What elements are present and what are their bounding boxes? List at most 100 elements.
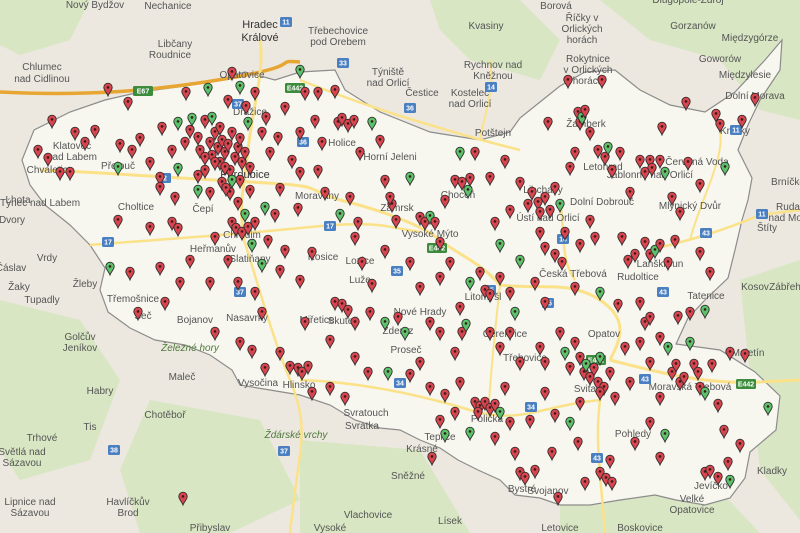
map-marker-dot	[473, 400, 477, 403]
map-marker-dot	[181, 495, 185, 498]
map-marker-dot	[303, 90, 307, 93]
map-marker-dot	[578, 242, 582, 245]
map-marker-dot	[388, 195, 392, 198]
map-marker-dot	[620, 235, 624, 238]
town-label: nad Orlicí	[449, 99, 492, 110]
map-marker-dot	[666, 260, 670, 263]
map-marker-dot	[108, 265, 112, 268]
map-marker-dot	[488, 406, 492, 409]
map-canvas[interactable]: HradecKrálové Nový Bydžov Nechanice Libčany…	[0, 0, 800, 533]
route-shield: 43	[639, 374, 651, 384]
town-label: Mlýnický Dvůr	[659, 200, 722, 212]
map-marker-dot	[593, 235, 597, 238]
map-marker-dot	[296, 206, 300, 209]
map-marker-red[interactable]	[103, 82, 113, 98]
map-marker-dot	[483, 288, 487, 291]
map-marker-dot	[468, 280, 472, 283]
euro-route-shield: E67	[133, 86, 153, 96]
map-marker-dot	[676, 314, 680, 317]
map-marker-dot	[518, 258, 522, 261]
map-marker-dot	[728, 478, 732, 481]
map-marker-dot	[353, 355, 357, 358]
map-marker-red[interactable]	[427, 451, 437, 467]
town-label: Svratka	[345, 421, 379, 432]
map-marker-dot	[333, 88, 337, 91]
town-label: Brod	[117, 508, 138, 519]
map-marker-dot	[234, 226, 238, 229]
town-label: Červená Voda	[665, 155, 729, 168]
map-marker-dot	[638, 300, 642, 303]
map-marker-dot	[433, 220, 437, 223]
map-view[interactable]: Hradec Králové Nový Bydžov Nechanice Libčany…	[0, 0, 800, 533]
map-marker-dot	[158, 175, 162, 178]
route-shield-label: 37	[280, 449, 288, 456]
town-label: Sněžné	[391, 471, 425, 482]
map-marker-dot	[478, 404, 482, 407]
map-marker-dot	[488, 175, 492, 178]
map-marker-dot	[473, 150, 477, 153]
map-marker-dot	[408, 372, 412, 375]
map-marker-dot	[68, 170, 72, 173]
map-marker-dot	[128, 270, 132, 273]
map-marker-dot	[203, 118, 207, 121]
town-label: Králové	[241, 32, 278, 44]
route-shield-label: 38	[110, 448, 118, 455]
town-label: Hradec	[242, 19, 278, 31]
map-marker-dot	[178, 280, 182, 283]
map-marker-dot	[333, 300, 337, 303]
map-marker-icon[interactable]	[427, 451, 437, 467]
map-marker-dot	[260, 262, 264, 265]
map-marker-dot	[248, 165, 252, 168]
map-marker-dot	[743, 352, 747, 355]
map-marker-dot	[196, 188, 200, 191]
town-label: Golčův	[64, 331, 95, 343]
town-label: Potštejn	[475, 128, 511, 139]
map-marker-dot	[408, 175, 412, 178]
map-marker-dot	[310, 390, 314, 393]
map-marker-dot	[588, 130, 592, 133]
town-label: Svratouch	[343, 408, 388, 419]
map-marker-dot	[714, 112, 718, 115]
map-marker-dot	[443, 392, 447, 395]
map-marker-dot	[348, 195, 352, 198]
town-label: Týnec nad Labem	[0, 198, 80, 209]
map-marker-dot	[696, 370, 700, 373]
map-marker-dot	[263, 366, 267, 369]
map-marker-dot	[438, 275, 442, 278]
map-marker-dot	[213, 235, 217, 238]
map-marker-dot	[298, 278, 302, 281]
town-label: Čáslav	[0, 261, 26, 274]
map-marker-dot	[253, 220, 257, 223]
map-marker-dot	[633, 252, 637, 255]
map-marker-dot	[223, 165, 227, 168]
map-marker-dot	[148, 160, 152, 163]
map-marker-dot	[573, 340, 577, 343]
town-label: Boskovice	[617, 523, 663, 533]
map-marker-dot	[173, 195, 177, 198]
map-marker-red[interactable]	[740, 348, 750, 364]
map-marker-dot	[688, 340, 692, 343]
map-marker-dot	[598, 470, 602, 473]
map-marker-dot	[283, 248, 287, 251]
map-marker-icon[interactable]	[700, 304, 710, 320]
map-marker-dot	[563, 230, 567, 233]
map-marker-icon[interactable]	[103, 82, 113, 98]
map-marker-dot	[220, 180, 224, 183]
route-shield: 43	[700, 228, 712, 238]
town-label: Goworów	[699, 54, 742, 65]
map-marker-dot	[370, 120, 374, 123]
map-marker-icon[interactable]	[740, 348, 750, 364]
map-marker-dot	[698, 385, 702, 388]
map-marker-dot	[283, 105, 287, 108]
map-marker-dot	[566, 78, 570, 81]
map-marker-dot	[716, 475, 720, 478]
map-marker-dot	[240, 160, 244, 163]
map-marker-dot	[418, 360, 422, 363]
town-label: Vysoké Mýto	[402, 229, 459, 240]
map-marker-dot	[453, 410, 457, 413]
map-marker-dot	[658, 158, 662, 161]
map-marker-dot	[726, 460, 730, 463]
map-marker-dot	[498, 275, 502, 278]
route-shield-label: 17	[104, 240, 112, 247]
map-marker-green[interactable]	[700, 304, 710, 320]
